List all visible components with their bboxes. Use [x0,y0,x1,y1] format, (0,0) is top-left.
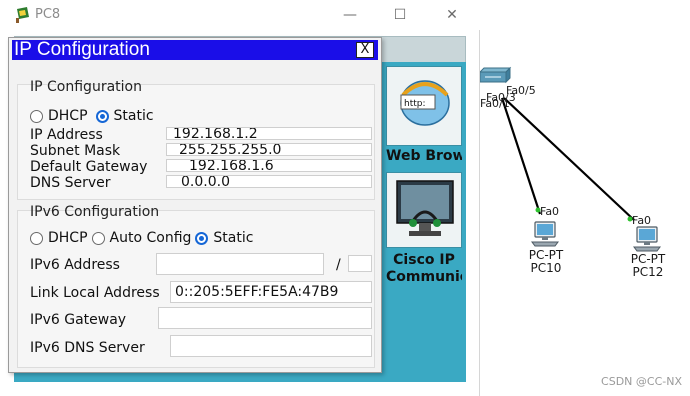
ip-communicator-label: Cisco IP Communicator [386,252,462,285]
screen: Fa0/5 Fa0/3 Fa0/1 Fa0 PC-PT PC10 Fa0 PC-… [0,0,690,396]
packet-tracer-icon [16,7,29,23]
prefix-separator: / [336,257,341,273]
svg-text:http:: http: [404,99,426,109]
dialog-close-button[interactable]: X [356,42,374,58]
ipv6-auto-config-label: Auto Config [109,230,192,246]
ipv6-prefix-field[interactable] [348,255,372,272]
pc12-computer-icon[interactable] [632,225,662,253]
minimize-button[interactable]: — [340,5,360,25]
web-browser-tile[interactable]: http: Web Browser [386,66,462,166]
subnet-mask-label: Subnet Mask [30,143,121,159]
web-browser-icon: http: [386,66,462,146]
default-gateway-label: Default Gateway [30,159,148,175]
web-browser-label: Web Browser [386,148,462,164]
link-local-address-label: Link Local Address [30,285,160,301]
ipv6-auto-config-radio[interactable] [91,231,105,245]
ipv4-mode-row: DHCP Static [30,107,162,125]
pc10-name-label: PC10 [530,261,562,275]
ipv6-group-title: IPv6 Configuration [30,204,160,220]
maximize-button[interactable]: ☐ [390,5,410,25]
dialog-title: IP Configuration [14,39,150,60]
close-button[interactable]: ✕ [442,5,462,25]
ip-configuration-dialog: IP Configuration X IP Configuration DHCP… [8,37,382,373]
dns-server-label: DNS Server [30,175,111,191]
ipv6-config-group: IPv6 Configuration DHCP Auto Config Stat… [17,204,375,368]
default-gateway-field[interactable]: 192.168.1.6 [166,159,372,172]
pc10-type-label: PC-PT [528,248,564,262]
ip-address-field[interactable]: 192.168.1.2 [166,127,372,140]
pc10-computer-icon[interactable] [530,220,560,248]
ipv6-dns-server-label: IPv6 DNS Server [30,340,145,356]
dns-server-field[interactable]: 0.0.0.0 [166,175,372,188]
ipv4-static-label: Static [113,108,154,124]
subnet-mask-field[interactable]: 255.255.255.0 [166,143,372,156]
ipv6-dns-server-field[interactable] [170,335,372,357]
ipv6-dhcp-label: DHCP [48,230,88,246]
ip-address-label: IP Address [30,127,103,143]
switch-port-label: Fa0/1 [480,97,510,110]
ipv6-mode-row: DHCP Auto Config Static [30,229,261,247]
ip-communicator-tile[interactable]: Cisco IP Communicator [386,172,462,292]
topology-links [500,97,635,222]
topology-canvas[interactable]: Fa0/5 Fa0/3 Fa0/1 Fa0 PC-PT PC10 Fa0 PC-… [470,0,690,396]
pc10-port-label: Fa0 [540,205,560,218]
ipv4-dhcp-label: DHCP [48,108,88,124]
switch-icon[interactable] [476,66,512,86]
link-local-address-field[interactable]: 0::205:5EFF:FE5A:47B9 [170,281,372,303]
pc12-name-label: PC12 [632,265,664,279]
title-bar[interactable]: PC8 — ☐ ✕ [0,0,480,30]
ipv6-static-radio[interactable] [195,231,209,245]
window-title: PC8 [35,7,61,22]
ipv4-dhcp-radio[interactable] [30,109,43,123]
ipv4-static-radio[interactable] [95,109,109,123]
ipv6-static-label: Static [213,230,254,246]
ipv6-address-field[interactable] [156,253,324,275]
pc12-type-label: PC-PT [630,252,666,266]
watermark: CSDN @CC-NX [601,375,682,388]
ipv6-address-label: IPv6 Address [30,257,120,273]
dialog-title-bar[interactable]: IP Configuration X [12,39,378,60]
pc8-window: PC8 — ☐ ✕ http: Web Browser [0,0,480,396]
ipv6-gateway-field[interactable] [158,307,372,329]
ipv6-dhcp-radio[interactable] [30,231,43,245]
ipv4-group-title: IP Configuration [30,79,142,95]
ipv4-config-group: IP Configuration DHCP Static IP Address … [17,79,375,200]
link-to-pc12[interactable] [503,97,635,221]
ip-communicator-icon [386,172,462,248]
ipv6-gateway-label: IPv6 Gateway [30,312,127,328]
